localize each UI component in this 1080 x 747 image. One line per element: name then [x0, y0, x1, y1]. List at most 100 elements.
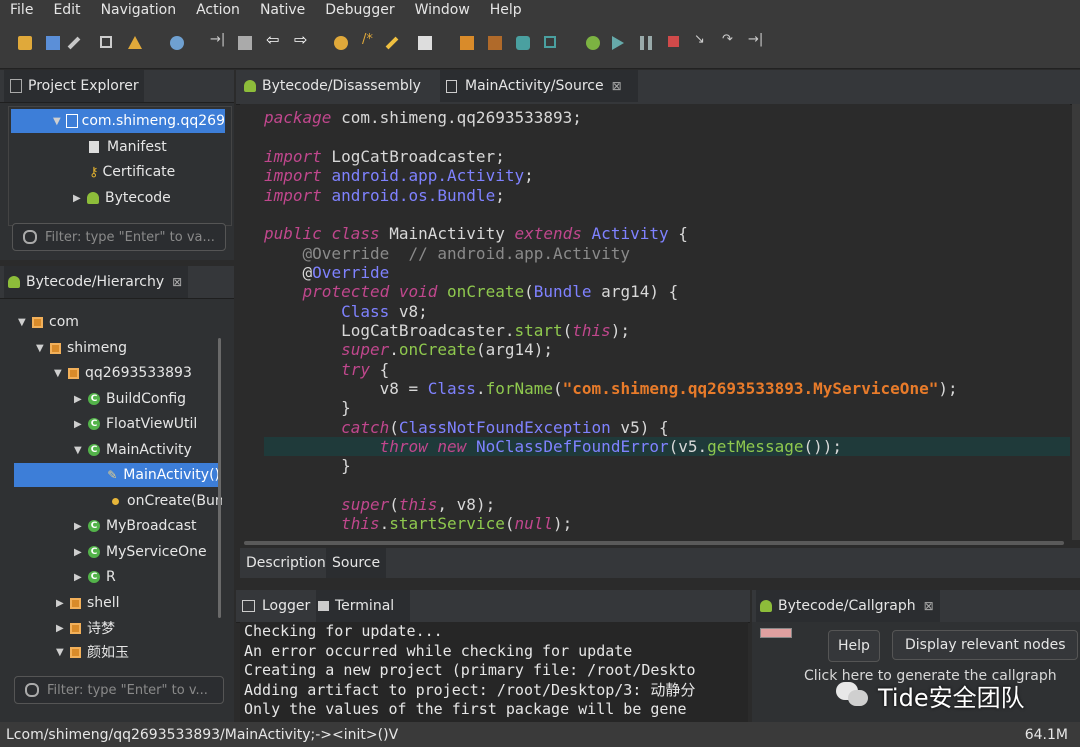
callgraph-minimap[interactable]	[760, 628, 792, 638]
terminal-icon	[318, 601, 329, 611]
editor-horizontal-scrollbar[interactable]	[244, 541, 1064, 545]
chevron-down-icon[interactable]: ▼	[18, 317, 32, 328]
console-output[interactable]: Checking for update... An error occurred…	[240, 622, 748, 722]
chevron-right-icon[interactable]: ▶	[74, 547, 88, 558]
tree-item-com[interactable]: ▼ com	[18, 310, 79, 334]
tree-item-project[interactable]: ▼ com.shimeng.qq269	[11, 109, 225, 133]
close-icon[interactable]: ⊠	[924, 599, 934, 613]
hierarchy-filter-input[interactable]: Filter: type "Enter" to v...	[14, 676, 224, 704]
tab-bytecode-hierarchy[interactable]: Bytecode/Hierarchy ⊠	[4, 266, 188, 298]
tree-icon[interactable]	[544, 36, 556, 48]
chevron-right-icon[interactable]: ▶	[56, 623, 70, 634]
editor-tabbar: Bytecode/Disassembly MainActivity/Source…	[236, 70, 1080, 105]
pause-icon[interactable]	[640, 36, 652, 50]
hierarchy-scrollbar[interactable]	[218, 338, 221, 618]
debug-icon[interactable]	[586, 36, 600, 50]
tab-logger[interactable]: Logger	[242, 590, 312, 622]
forward-icon[interactable]: ⇨	[294, 30, 308, 49]
tree-item-manifest[interactable]: Manifest	[89, 135, 167, 159]
document-icon[interactable]	[418, 36, 432, 50]
tree-item-shimeng[interactable]: ▼ shimeng	[36, 336, 127, 360]
open-icon[interactable]	[18, 36, 32, 50]
step-into-icon[interactable]: ↘	[694, 32, 708, 47]
tab-mainactivity-source[interactable]: MainActivity/Source ⊠	[440, 70, 638, 102]
wrench-icon[interactable]	[67, 36, 81, 50]
chevron-right-icon[interactable]: ▶	[56, 598, 70, 609]
menu-navigation[interactable]: Navigation	[91, 2, 187, 18]
tab-source[interactable]: Source	[326, 548, 387, 578]
class-icon: C	[88, 418, 100, 430]
editor-vertical-scrollbar[interactable]	[1072, 104, 1080, 540]
outline-icon[interactable]	[238, 36, 252, 50]
menu-action[interactable]: Action	[186, 2, 250, 18]
chevron-down-icon[interactable]: ▼	[56, 647, 70, 658]
tab-project-explorer[interactable]: Project Explorer	[4, 70, 144, 102]
tab-bytecode-callgraph[interactable]: Bytecode/Callgraph ⊠	[756, 590, 940, 622]
display-relevant-nodes-button[interactable]: Display relevant nodes	[892, 630, 1078, 660]
tree-item-label: com.shimeng.qq269	[81, 113, 225, 129]
tree-item-bytecode[interactable]: ▶ Bytecode	[73, 186, 171, 210]
jump-icon[interactable]: →|	[210, 32, 225, 47]
close-icon[interactable]: ⊠	[612, 79, 622, 93]
chevron-right-icon[interactable]: ▶	[74, 572, 88, 583]
tree-item-myserviceone[interactable]: ▶ C MyServiceOne	[74, 540, 207, 564]
code-line: import LogCatBroadcaster;	[264, 147, 505, 166]
tree-item-floatviewutil[interactable]: ▶ C FloatViewUtil	[74, 412, 197, 436]
tree-item-mybroadcast[interactable]: ▶ C MyBroadcast	[74, 514, 197, 538]
tree-item-buildconfig[interactable]: ▶ C BuildConfig	[74, 387, 186, 411]
save-icon[interactable]	[46, 36, 60, 50]
gears-icon[interactable]	[334, 36, 348, 50]
menu-file[interactable]: File	[0, 2, 43, 18]
tree-item-qq[interactable]: ▼ qq2693533893	[54, 361, 192, 385]
status-path: Lcom/shimeng/qq2693533893/MainActivity;-…	[6, 726, 399, 743]
menu-debugger[interactable]: Debugger	[315, 2, 404, 18]
tree-item-shimeng-cn[interactable]: ▶ 诗梦	[56, 616, 115, 640]
tree-item-mainactivity-ctor[interactable]: ✎ MainActivity()	[14, 463, 220, 487]
comment-icon[interactable]: /*	[362, 32, 376, 47]
menu-edit[interactable]: Edit	[43, 2, 90, 18]
back-icon[interactable]: ⇦	[266, 30, 280, 49]
code-line: protected void onCreate(Bundle arg14) {	[302, 282, 679, 301]
tree-item-label: Certificate	[102, 164, 176, 180]
tab-description[interactable]: Description	[246, 548, 326, 578]
tab-terminal[interactable]: Terminal	[316, 590, 410, 622]
project-filter-input[interactable]: Filter: type "Enter" to va...	[12, 223, 226, 251]
tree-item-r[interactable]: ▶ C R	[74, 565, 116, 589]
graph-icon[interactable]	[516, 36, 530, 50]
close-icon[interactable]: ⊠	[172, 275, 182, 289]
menu-native[interactable]: Native	[250, 2, 315, 18]
tab-bytecode-disassembly[interactable]: Bytecode/Disassembly	[242, 70, 434, 102]
tree-item-oncreate[interactable]: onCreate(Bun	[112, 489, 222, 513]
package-icon[interactable]	[460, 36, 474, 50]
pencil-icon[interactable]	[385, 36, 399, 50]
step-over-icon[interactable]: ↷	[722, 32, 736, 47]
stop-icon[interactable]	[668, 36, 679, 47]
chevron-right-icon[interactable]: ▶	[73, 193, 87, 204]
chevron-down-icon[interactable]: ▼	[36, 343, 50, 354]
hierarchy-icon[interactable]	[488, 36, 502, 50]
tree-item-shell[interactable]: ▶ shell	[56, 591, 120, 615]
properties-icon[interactable]	[100, 36, 112, 48]
warning-icon[interactable]	[128, 36, 142, 49]
hierarchy-panel: Bytecode/Hierarchy ⊠ ▼ com ▼ shimeng ▼ qq26…	[0, 266, 234, 722]
tree-item-mainactivity[interactable]: ▼ C MainActivity	[74, 438, 192, 462]
help-button[interactable]: Help	[828, 630, 880, 662]
chevron-down-icon[interactable]: ▼	[74, 445, 88, 456]
tree-item-yanruyu[interactable]: ▼ 颜如玉	[56, 640, 129, 662]
run-icon[interactable]	[612, 36, 624, 50]
menu-window[interactable]: Window	[405, 2, 480, 18]
chevron-right-icon[interactable]: ▶	[74, 521, 88, 532]
tree-item-label: qq2693533893	[85, 365, 192, 381]
console-tabbar: Logger Terminal	[236, 590, 750, 623]
globe-icon[interactable]	[170, 36, 184, 50]
tab-label: Project Explorer	[28, 78, 139, 94]
code-editor[interactable]: package com.shimeng.qq2693533893; import…	[240, 104, 1070, 540]
chevron-right-icon[interactable]: ▶	[74, 394, 88, 405]
chevron-right-icon[interactable]: ▶	[74, 419, 88, 430]
tree-item-certificate[interactable]: ⚷ Certificate	[89, 160, 175, 184]
step-out-icon[interactable]: →|	[748, 32, 763, 47]
tree-item-label: FloatViewUtil	[106, 416, 198, 432]
chevron-down-icon[interactable]: ▼	[54, 368, 68, 379]
chevron-down-icon[interactable]: ▼	[53, 116, 66, 127]
menu-help[interactable]: Help	[480, 2, 532, 18]
